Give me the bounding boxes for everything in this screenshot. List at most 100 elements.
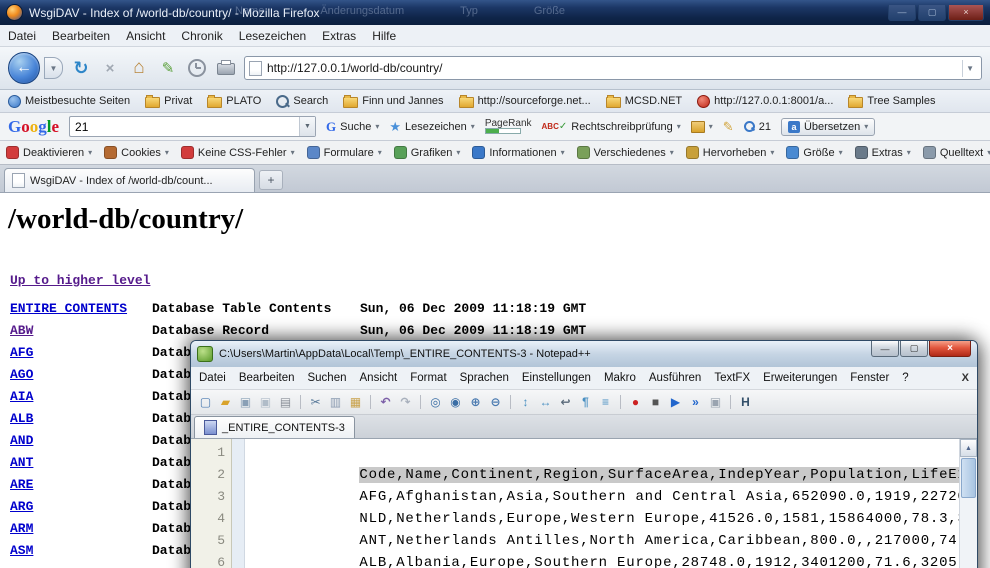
maximize-button[interactable]: ▢ xyxy=(900,341,928,357)
menu-item[interactable]: Format xyxy=(410,372,446,384)
menu-item[interactable]: Hilfe xyxy=(372,29,396,43)
entry-link[interactable]: ALB xyxy=(10,411,152,426)
bookmark-item[interactable]: MCSD.NET xyxy=(606,95,682,108)
menu-item[interactable]: Ansicht xyxy=(126,29,165,43)
highlight-count[interactable]: 21 xyxy=(744,121,771,133)
google-search-box[interactable]: ▼ xyxy=(69,116,316,137)
addon-pencil-icon[interactable]: ✎ xyxy=(157,56,179,80)
webdev-item[interactable]: Cookies ▾ xyxy=(104,146,169,159)
menu-item[interactable]: TextFX xyxy=(714,372,750,384)
cut-icon[interactable]: ✂ xyxy=(307,394,324,411)
webdev-item[interactable]: Quelltext ▾ xyxy=(923,146,990,159)
menu-item[interactable]: Sprachen xyxy=(460,372,509,384)
copy-icon[interactable]: ▥ xyxy=(327,394,344,411)
menu-item[interactable]: Extras xyxy=(322,29,356,43)
bookmark-item[interactable]: Privat xyxy=(145,95,192,108)
menu-item[interactable]: Suchen xyxy=(307,372,346,384)
start-html-icon[interactable]: H xyxy=(737,394,754,411)
google-bookmarks-button[interactable]: ★ Lesezeichen ▾ xyxy=(389,119,474,135)
bookmark-margin[interactable] xyxy=(232,439,245,568)
stop-macro-icon[interactable]: ■ xyxy=(647,394,664,411)
entry-link[interactable]: AND xyxy=(10,433,152,448)
paste-icon[interactable]: ▦ xyxy=(347,394,364,411)
entry-link[interactable]: ENTIRE CONTENTS xyxy=(10,301,152,316)
menu-item[interactable]: Makro xyxy=(604,372,636,384)
menu-item[interactable]: ? xyxy=(902,372,908,384)
tab-wsgidav[interactable]: WsgiDAV - Index of /world-db/count... xyxy=(4,168,255,192)
url-text[interactable]: http://127.0.0.1/world-db/country/ xyxy=(267,61,442,75)
entry-link[interactable]: ABW xyxy=(10,323,152,338)
google-search-input[interactable] xyxy=(70,120,299,134)
home-icon[interactable]: ⌂ xyxy=(128,56,150,80)
menubar-close-x[interactable]: X xyxy=(962,372,969,384)
save-all-icon[interactable]: ▣ xyxy=(257,394,274,411)
autofill-button[interactable]: ▾ xyxy=(691,121,713,133)
bookmark-item[interactable]: PLATO xyxy=(207,95,261,108)
reload-icon[interactable]: ↻ xyxy=(70,56,92,80)
entry-link[interactable]: ASM xyxy=(10,543,152,558)
bookmark-item[interactable]: http://sourceforge.net... xyxy=(459,95,591,108)
entry-link[interactable]: ANT xyxy=(10,455,152,470)
bookmark-item[interactable]: Search xyxy=(276,95,328,108)
print-icon[interactable]: ▤ xyxy=(277,394,294,411)
menu-item[interactable]: Chronik xyxy=(181,29,222,43)
record-macro-icon[interactable]: ● xyxy=(627,394,644,411)
bookmark-item[interactable]: http://127.0.0.1:8001/a... xyxy=(697,95,833,108)
toolbar-separator[interactable] xyxy=(510,395,511,409)
webdev-item[interactable]: Hervorheben ▾ xyxy=(686,146,775,159)
webdev-item[interactable]: Deaktivieren ▾ xyxy=(6,146,92,159)
close-button[interactable]: × xyxy=(929,341,971,357)
up-to-higher-level-link[interactable]: Up to higher level xyxy=(10,273,150,288)
entry-link[interactable]: ARE xyxy=(10,477,152,492)
minimize-button[interactable]: — xyxy=(871,341,899,357)
back-button[interactable]: ← xyxy=(8,52,40,84)
menu-item[interactable]: Einstellungen xyxy=(522,372,591,384)
maximize-button[interactable]: ▢ xyxy=(918,5,946,21)
history-dropdown[interactable]: ▼ xyxy=(44,57,63,79)
menu-item[interactable]: Bearbeiten xyxy=(239,372,295,384)
sync-horizontal-icon[interactable]: ↔ xyxy=(537,394,554,411)
webdev-item[interactable]: Verschiedenes ▾ xyxy=(577,146,674,159)
webdev-item[interactable]: Formulare ▾ xyxy=(307,146,382,159)
toolbar-separator[interactable] xyxy=(370,395,371,409)
stop-icon[interactable]: × xyxy=(99,56,121,80)
npp-titlebar[interactable]: C:\Users\Martin\AppData\Local\Temp\_ENTI… xyxy=(191,341,977,367)
bookmark-item[interactable]: Meistbesuchte Seiten xyxy=(8,95,130,108)
menu-item[interactable]: Datei xyxy=(199,372,226,384)
history-clock-icon[interactable] xyxy=(186,56,208,80)
toolbar-separator[interactable] xyxy=(620,395,621,409)
webdev-item[interactable]: Keine CSS-Fehler ▾ xyxy=(181,146,295,159)
scroll-up-icon[interactable]: ▲ xyxy=(960,439,977,457)
show-all-characters-icon[interactable]: ¶ xyxy=(577,394,594,411)
close-button[interactable]: × xyxy=(948,5,984,21)
bookmark-item[interactable]: Finn und Jannes xyxy=(343,95,443,108)
toolbar-separator[interactable] xyxy=(420,395,421,409)
webdev-item[interactable]: Größe ▾ xyxy=(786,146,842,159)
editor-line[interactable]: Code,Name,Continent,Region,SurfaceArea,I… xyxy=(245,442,959,464)
menu-item[interactable]: Bearbeiten xyxy=(52,29,110,43)
menu-item[interactable]: Ansicht xyxy=(360,372,398,384)
redo-icon[interactable]: ↷ xyxy=(397,394,414,411)
entry-link[interactable]: AGO xyxy=(10,367,152,382)
webdev-item[interactable]: Grafiken ▾ xyxy=(394,146,461,159)
webdev-item[interactable]: Informationen ▾ xyxy=(472,146,564,159)
editor-text-area[interactable]: Code,Name,Continent,Region,SurfaceArea,I… xyxy=(245,439,959,568)
google-search-button[interactable]: G Suche ▾ xyxy=(326,119,379,135)
url-bar[interactable]: http://127.0.0.1/world-db/country/ ▼ xyxy=(244,56,982,80)
webdev-item[interactable]: Extras ▾ xyxy=(855,146,911,159)
search-history-dropdown-icon[interactable]: ▼ xyxy=(299,117,315,136)
scrollbar-thumb[interactable] xyxy=(961,458,976,498)
spellcheck-button[interactable]: ABC✓ Rechtschreibprüfung ▾ xyxy=(542,121,681,133)
translate-button[interactable]: a Übersetzen ▾ xyxy=(781,118,875,136)
indent-guide-icon[interactable]: ≡ xyxy=(597,394,614,411)
npp-editor[interactable]: 123456 Code,Name,Continent,Region,Surfac… xyxy=(191,439,977,568)
pagerank-widget[interactable]: PageRank xyxy=(485,119,532,134)
npp-document-tab[interactable]: _ENTIRE_CONTENTS-3 xyxy=(194,416,355,438)
menu-item[interactable]: Ausführen xyxy=(649,372,701,384)
print-button[interactable] xyxy=(215,56,237,80)
menu-item[interactable]: Lesezeichen xyxy=(239,29,306,43)
menu-item[interactable]: Datei xyxy=(8,29,36,43)
new-tab-button[interactable]: + xyxy=(259,170,283,190)
bookmark-item[interactable]: Tree Samples xyxy=(848,95,935,108)
save-icon[interactable]: ▣ xyxy=(237,394,254,411)
